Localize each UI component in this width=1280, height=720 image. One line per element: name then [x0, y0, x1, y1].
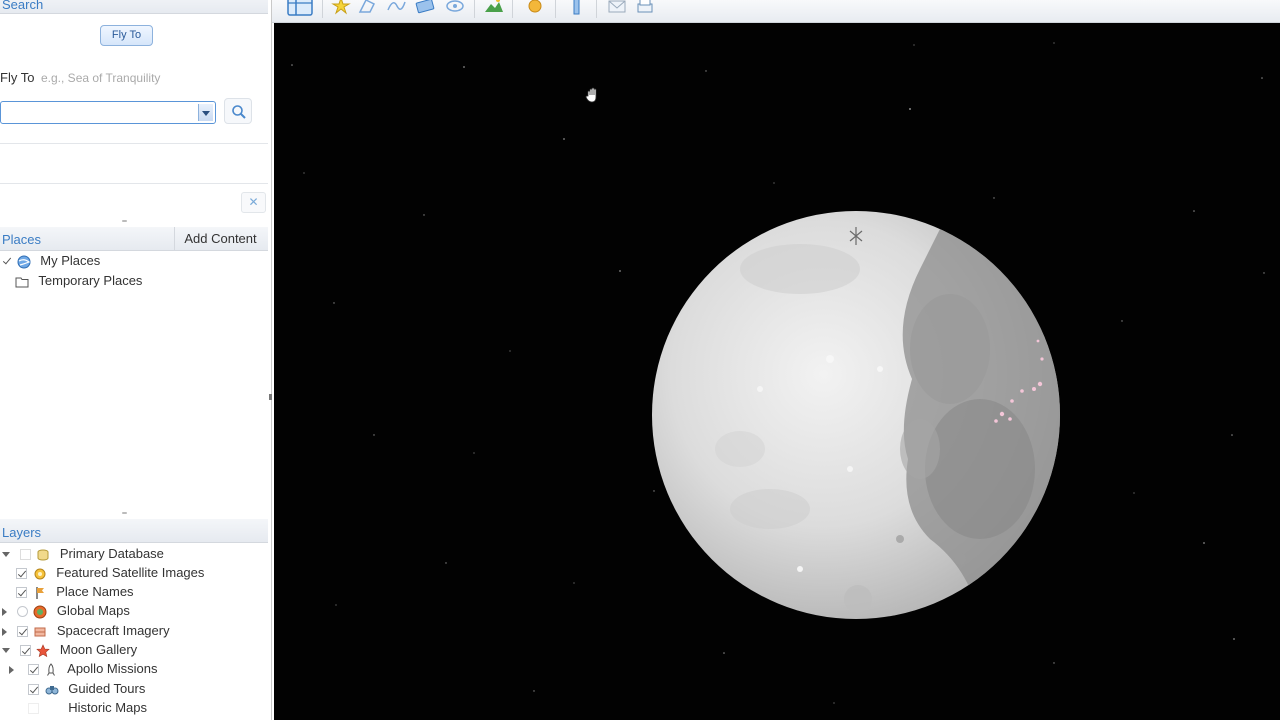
image-overlay-icon[interactable]	[414, 0, 436, 16]
search-panel-header[interactable]: Search	[0, 0, 268, 14]
checkbox[interactable]	[16, 587, 27, 599]
globe-map-icon	[33, 605, 47, 619]
toolbar-separator	[596, 0, 597, 18]
toolbar-separator	[512, 0, 513, 18]
search-icon	[232, 105, 246, 119]
layer-label: Moon Gallery	[59, 642, 138, 657]
layer-guided-tours[interactable]: Guided Tours	[28, 679, 145, 698]
spacecraft-icon	[34, 627, 46, 637]
checkbox[interactable]	[28, 703, 39, 715]
hand-cursor-icon	[585, 87, 597, 103]
sidebar: Search Fly To Fly To e.g., Sea of Tranqu…	[0, 0, 272, 720]
terrain-icon[interactable]	[483, 0, 505, 16]
toolbar-separator	[474, 0, 475, 18]
layer-spacecraft-imagery[interactable]: Spacecraft Imagery	[2, 621, 170, 640]
layer-featured-satellite-images[interactable]: Featured Satellite Images	[16, 563, 204, 582]
toolbar-separator	[322, 0, 323, 18]
fly-to-hint: e.g., Sea of Tranquility	[41, 71, 161, 85]
chevron-down-icon	[202, 111, 210, 116]
moon-viewport[interactable]	[274, 23, 1280, 720]
rocket-icon	[47, 662, 56, 676]
layer-primary-database[interactable]: Primary Database	[2, 544, 164, 563]
placemark-icon[interactable]	[330, 0, 352, 16]
layer-label: Primary Database	[59, 546, 164, 561]
expand-arrow-icon[interactable]	[2, 607, 7, 616]
checkbox[interactable]	[16, 626, 28, 638]
checkbox[interactable]	[16, 568, 27, 580]
layer-moon-gallery[interactable]: Moon Gallery	[2, 640, 137, 659]
moon-globe[interactable]	[650, 209, 1062, 621]
checkbox[interactable]	[19, 549, 31, 561]
radio-button[interactable]	[16, 606, 28, 618]
fly-to-label: Fly To	[0, 70, 35, 85]
print-icon[interactable]	[634, 0, 656, 16]
polygon-icon[interactable]	[356, 0, 378, 16]
ruler-icon[interactable]	[566, 0, 588, 16]
email-icon[interactable]	[606, 0, 628, 16]
checkbox[interactable]	[2, 256, 11, 267]
search-title: Search	[2, 0, 44, 12]
sun-icon[interactable]	[524, 0, 546, 16]
places-item-label: Temporary Places	[38, 273, 143, 288]
globe-icon	[17, 255, 31, 269]
layer-historic-maps[interactable]: Historic Maps	[28, 698, 147, 717]
places-item-my-places[interactable]: My Places	[2, 251, 100, 270]
places-item-temporary-places[interactable]: Temporary Places	[15, 271, 142, 290]
expand-arrow-icon[interactable]	[2, 648, 10, 654]
layer-apollo-missions[interactable]: Apollo Missions	[9, 659, 157, 678]
add-content-button[interactable]: Add Content	[174, 227, 266, 251]
search-button[interactable]	[224, 98, 252, 124]
close-search-results-button[interactable]: ✕	[241, 192, 266, 213]
close-icon: ✕	[248, 195, 259, 209]
places-item-label: My Places	[40, 253, 101, 268]
resize-grip[interactable]	[122, 512, 127, 514]
record-tour-icon[interactable]	[444, 0, 466, 16]
divider	[0, 183, 268, 184]
flag-icon	[35, 586, 44, 599]
places-title: Places	[2, 232, 42, 247]
satellite-icon	[34, 568, 46, 580]
fly-to-dropdown-button[interactable]	[198, 104, 213, 121]
checkbox[interactable]	[27, 664, 39, 676]
layer-place-names[interactable]: Place Names	[16, 582, 134, 601]
fly-to-input[interactable]	[0, 101, 216, 124]
binoculars-icon	[45, 685, 59, 695]
path-icon[interactable]	[385, 0, 407, 16]
expand-arrow-icon[interactable]	[2, 627, 7, 636]
layers-title: Layers	[2, 525, 42, 540]
folder-icon	[15, 277, 29, 288]
checkbox[interactable]	[28, 684, 39, 696]
layer-label: Apollo Missions	[67, 661, 158, 676]
layer-global-maps[interactable]: Global Maps	[2, 601, 130, 620]
database-icon	[37, 549, 49, 561]
layer-label: Global Maps	[56, 603, 130, 618]
layer-label: Place Names	[56, 584, 134, 599]
splitter-handle[interactable]	[269, 394, 272, 400]
star-icon	[36, 643, 50, 657]
map-icon	[45, 703, 59, 715]
toolbar-separator	[555, 0, 556, 18]
expand-arrow-icon[interactable]	[2, 552, 10, 558]
layers-panel-header[interactable]: Layers	[0, 519, 268, 543]
layer-label: Guided Tours	[68, 681, 146, 696]
layer-label: Historic Maps	[68, 700, 147, 715]
layer-label: Spacecraft Imagery	[56, 623, 170, 638]
toolbar	[272, 0, 1280, 23]
fly-to-tab[interactable]: Fly To	[100, 25, 153, 46]
expand-arrow-icon[interactable]	[9, 665, 14, 674]
sidebar-toggle-icon[interactable]	[286, 0, 314, 17]
layer-label: Featured Satellite Images	[56, 565, 205, 580]
resize-grip[interactable]	[122, 220, 127, 222]
checkbox[interactable]	[19, 645, 31, 657]
divider	[0, 143, 268, 144]
